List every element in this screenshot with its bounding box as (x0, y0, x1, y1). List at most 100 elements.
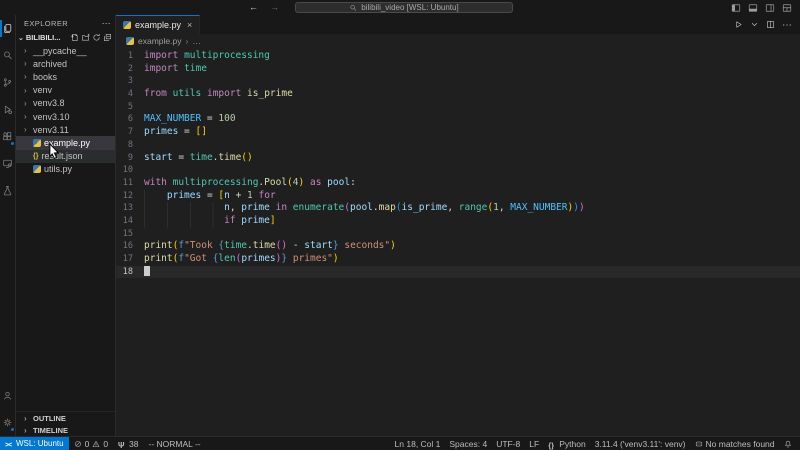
status-label: Python (559, 438, 586, 449)
status-label: LF (529, 438, 540, 449)
code-line-10[interactable]: 10 (116, 164, 800, 177)
section-outline[interactable]: › OUTLINE (16, 412, 115, 424)
code-line-17[interactable]: 17 print(f"Got {len(primes)} primes") (116, 253, 800, 266)
folder-item-books[interactable]: › books (16, 70, 115, 83)
status-matches-status[interactable]: No matches found (690, 437, 779, 450)
code-line-1[interactable]: 1 import multiprocessing (116, 50, 800, 63)
python-file-icon (33, 138, 41, 147)
code-line-16[interactable]: 16 print(f"Took {time.time() - start} sec… (116, 240, 800, 253)
error-count: 0 (84, 438, 90, 449)
command-center-text: bilibili_video [WSL: Ubuntu] (361, 3, 459, 12)
section-timeline[interactable]: › TIMELINE (16, 424, 115, 436)
breadcrumb-file[interactable]: example.py (138, 36, 181, 46)
file-item-example.py[interactable]: example.py (16, 136, 115, 150)
status-indentation[interactable]: Spaces: 4 (445, 437, 492, 450)
line-number: 11 (122, 177, 133, 188)
json-file-icon: {} (33, 152, 39, 160)
tab-example-py[interactable]: example.py × (116, 15, 201, 34)
remote-explorer-icon (2, 158, 13, 169)
code-line-2[interactable]: 2 import time (116, 63, 800, 76)
code-line-11[interactable]: 11 with multiprocessing.Pool(4) as pool: (116, 177, 800, 190)
file-item-result.json[interactable]: {} result.json (16, 149, 115, 163)
status-right: Ln 18, Col 1 Spaces: 4 UTF-8 LF {} Python 3.11… (390, 437, 800, 450)
code-line-6[interactable]: 6 MAX_NUMBER = 100 (116, 113, 800, 126)
status-mode[interactable]: -- NORMAL -- (144, 437, 206, 450)
activity-testing[interactable] (0, 177, 15, 204)
layout-sidebar-right-icon[interactable] (765, 3, 775, 13)
workspace-name: BILIBILI... (25, 33, 61, 42)
activity-settings[interactable] (0, 409, 15, 436)
error-icon (74, 440, 82, 448)
activity-extensions[interactable] (0, 123, 15, 150)
folder-item-venv[interactable]: › venv (16, 84, 115, 97)
title-bar: ← → bilibili_video [WSL: Ubuntu] (0, 0, 800, 15)
chevron-down-icon: ⌄ (18, 34, 24, 42)
code-line-5[interactable]: 5 (116, 101, 800, 114)
line-content (144, 265, 150, 279)
layout-customize-icon[interactable] (782, 3, 792, 13)
breadcrumb-symbol[interactable]: … (192, 36, 201, 46)
status-encoding[interactable]: UTF-8 (492, 437, 525, 450)
layout-panel-icon[interactable] (748, 3, 758, 13)
folder-item-archived[interactable]: › archived (16, 57, 115, 70)
code-line-4[interactable]: 4 from utils import is_prime (116, 88, 800, 101)
vim-block-cursor (144, 265, 150, 277)
code-line-14[interactable]: 14 if prime] (116, 214, 800, 228)
code-line-13[interactable]: 13 n, prime in enumerate(pool.map(is_pri… (116, 202, 800, 215)
more-actions-icon[interactable]: ⋯ (782, 20, 792, 31)
activity-explorer[interactable] (0, 15, 15, 42)
main-area: EXPLORER ⋯ ⌄ BILIBILI... › __pycache__ › ar… (0, 15, 800, 436)
status-cursor-position[interactable]: Ln 18, Col 1 (390, 437, 445, 450)
code-line-15[interactable]: 15 (116, 228, 800, 241)
code-line-3[interactable]: 3 (116, 75, 800, 88)
activity-search[interactable] (0, 42, 15, 69)
status-language-mode[interactable]: {} Python (544, 437, 590, 450)
status-label: 38 (129, 438, 139, 449)
folder-item-venv3.8[interactable]: › venv3.8 (16, 97, 115, 110)
layout-sidebar-left-icon[interactable] (731, 3, 741, 13)
code-line-18[interactable]: 18 (116, 265, 800, 279)
code-line-9[interactable]: 9 start = time.time() (116, 152, 800, 165)
status-notifications[interactable] (779, 437, 796, 450)
views-more-actions-icon[interactable]: ⋯ (102, 18, 111, 29)
folder-item-venv3.11[interactable]: › venv3.11 (16, 123, 115, 136)
split-editor-icon[interactable] (766, 20, 775, 29)
sidebar-title: EXPLORER (24, 18, 69, 28)
activity-run-and-debug[interactable] (0, 96, 15, 123)
folder-item-__pycache__[interactable]: › __pycache__ (16, 44, 115, 57)
breadcrumb[interactable]: example.py › … (116, 34, 800, 48)
status-indicator[interactable]: Ψ 38 (113, 437, 143, 450)
code-editor[interactable]: 1 import multiprocessing 2 import time 3 4 fro… (116, 48, 800, 436)
back-arrow-icon[interactable]: ← (249, 3, 258, 12)
run-icon[interactable] (734, 20, 743, 29)
line-content: n, prime in enumerate(pool.map(is_prime,… (144, 202, 585, 215)
code-line-12[interactable]: 12 primes = [n + 1 for (116, 189, 800, 203)
collapse-all-icon[interactable] (103, 33, 112, 42)
close-icon[interactable]: × (187, 20, 192, 30)
section-label: TIMELINE (33, 425, 68, 435)
activity-accounts[interactable] (0, 382, 15, 409)
activity-remote-explorer[interactable] (0, 150, 15, 177)
new-file-icon[interactable] (70, 33, 79, 42)
folder-item-venv3.10[interactable]: › venv3.10 (16, 110, 115, 123)
status-python-interpreter[interactable]: 3.11.4 ('venv3.11': venv) (590, 437, 690, 450)
new-folder-icon[interactable] (81, 33, 90, 42)
activity-source-control[interactable] (0, 69, 15, 96)
status-problems[interactable]: 00 (69, 437, 113, 450)
workspace-section-header[interactable]: ⌄ BILIBILI... (16, 31, 115, 44)
code-line-8[interactable]: 8 (116, 139, 800, 152)
status-eol[interactable]: LF (525, 437, 544, 450)
run-dropdown-icon[interactable] (750, 20, 759, 29)
copilot-icon (695, 440, 703, 448)
file-item-utils.py[interactable]: utils.py (16, 163, 115, 176)
code-line-7[interactable]: 7 primes = [] (116, 126, 800, 139)
python-file-icon (123, 21, 131, 29)
layout-controls (513, 3, 800, 13)
line-content: primes = [n + 1 for (144, 189, 276, 203)
status-remote[interactable]: >< WSL: Ubuntu (0, 437, 69, 450)
file-label: example.py (44, 137, 91, 148)
command-center-search[interactable]: bilibili_video [WSL: Ubuntu] (295, 2, 513, 13)
forward-arrow-icon[interactable]: → (270, 3, 279, 12)
refresh-icon[interactable] (92, 33, 101, 42)
breadcrumb-separator: › (185, 36, 189, 46)
